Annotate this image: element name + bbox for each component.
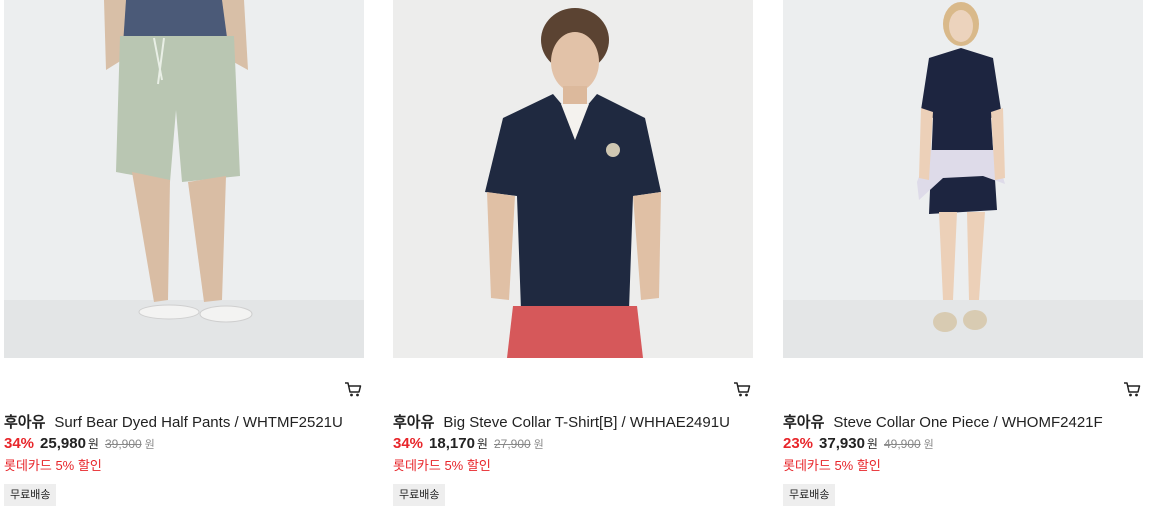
product-title[interactable]: 후아유 Big Steve Collar T-Shirt[B] / WHHAE24… [393, 411, 753, 432]
brand-name: 후아유 [393, 414, 435, 431]
product-card[interactable]: 후아유 Big Steve Collar T-Shirt[B] / WHHAE24… [393, 0, 753, 513]
card-discount-text: 롯데카드 5% 할인 [783, 458, 881, 473]
price-row: 34% 25,980 원 39,900 원 [4, 435, 155, 455]
original-price: 39,900 [104, 437, 142, 451]
original-currency-unit: 원 [923, 439, 934, 451]
cart-icon [345, 382, 362, 397]
cart-icon [1124, 382, 1141, 397]
original-price: 49,900 [883, 437, 921, 451]
currency-unit: 원 [87, 437, 99, 451]
price-row: 34% 18,170 원 27,900 원 [393, 435, 544, 455]
brand-name: 후아유 [783, 414, 825, 431]
free-shipping-badge: 무료배송 [783, 484, 836, 506]
product-card[interactable]: 후아유 Steve Collar One Piece / WHOMF2421F 2… [783, 0, 1143, 513]
product-grid: 후아유 Surf Bear Dyed Half Pants / WHTMF2521… [0, 0, 1151, 513]
add-to-cart-button[interactable] [733, 380, 751, 398]
card-discount-text: 롯데카드 5% 할인 [4, 458, 102, 473]
currency-unit: 원 [866, 437, 878, 451]
card-discount-text: 롯데카드 5% 할인 [393, 458, 491, 473]
sale-price: 18,170 [429, 435, 475, 452]
original-price: 27,900 [493, 437, 531, 451]
product-image[interactable] [393, 0, 753, 358]
discount-rate: 23% [783, 435, 814, 452]
currency-unit: 원 [476, 437, 488, 451]
product-name: Surf Bear Dyed Half Pants / WHTMF2521U [54, 414, 343, 431]
add-to-cart-button[interactable] [1123, 380, 1141, 398]
product-title[interactable]: 후아유 Steve Collar One Piece / WHOMF2421F [783, 411, 1143, 432]
product-image[interactable] [783, 0, 1143, 358]
cart-icon [734, 382, 751, 397]
sale-price: 25,980 [40, 435, 86, 452]
original-currency-unit: 원 [144, 439, 155, 451]
product-image[interactable] [4, 0, 364, 358]
original-currency-unit: 원 [533, 439, 544, 451]
free-shipping-badge: 무료배송 [393, 484, 446, 506]
product-title[interactable]: 후아유 Surf Bear Dyed Half Pants / WHTMF2521… [4, 411, 364, 432]
sale-price: 37,930 [819, 435, 865, 452]
product-name: Steve Collar One Piece / WHOMF2421F [833, 414, 1103, 431]
product-name: Big Steve Collar T-Shirt[B] / WHHAE2491U [443, 414, 730, 431]
product-photo-one-piece [783, 0, 1143, 358]
free-shipping-badge: 무료배송 [4, 484, 57, 506]
add-to-cart-button[interactable] [344, 380, 362, 398]
product-photo-collar-tshirt [393, 0, 753, 358]
discount-rate: 34% [4, 435, 35, 452]
brand-name: 후아유 [4, 414, 46, 431]
price-row: 23% 37,930 원 49,900 원 [783, 435, 934, 455]
product-card[interactable]: 후아유 Surf Bear Dyed Half Pants / WHTMF2521… [4, 0, 364, 513]
product-photo-half-pants [4, 0, 364, 358]
discount-rate: 34% [393, 435, 424, 452]
